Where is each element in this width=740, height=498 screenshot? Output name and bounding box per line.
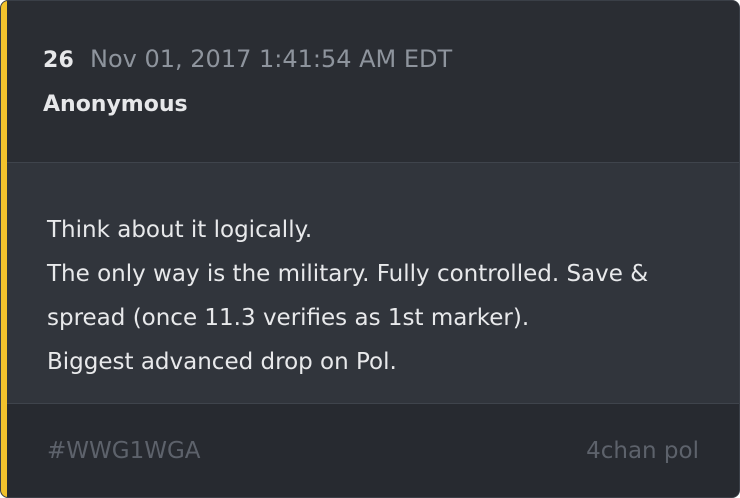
- post-message: Think about it logically. The only way i…: [47, 208, 707, 384]
- hashtag: #WWG1WGA: [47, 438, 201, 464]
- post-source: 4chan pol: [586, 438, 699, 464]
- message-line: Biggest advanced drop on Pol.: [47, 349, 397, 375]
- post-number: 26: [43, 48, 75, 73]
- post-header: 26 Nov 01, 2017 1:41:54 AM EDT Anonymous: [7, 1, 739, 163]
- post-footer: #WWG1WGA 4chan pol: [7, 404, 739, 497]
- post-author: Anonymous: [43, 92, 188, 117]
- post-meta: 26 Nov 01, 2017 1:41:54 AM EDT: [43, 45, 452, 73]
- message-line: The only way is the military. Fully cont…: [47, 261, 649, 287]
- message-line: spread (once 11.3 verifies as 1st marker…: [47, 305, 530, 331]
- post-timestamp: Nov 01, 2017 1:41:54 AM EDT: [90, 45, 453, 73]
- message-line: Think about it logically.: [47, 217, 313, 243]
- post-card: 26 Nov 01, 2017 1:41:54 AM EDT Anonymous…: [0, 0, 740, 498]
- post-body: Think about it logically. The only way i…: [7, 163, 739, 404]
